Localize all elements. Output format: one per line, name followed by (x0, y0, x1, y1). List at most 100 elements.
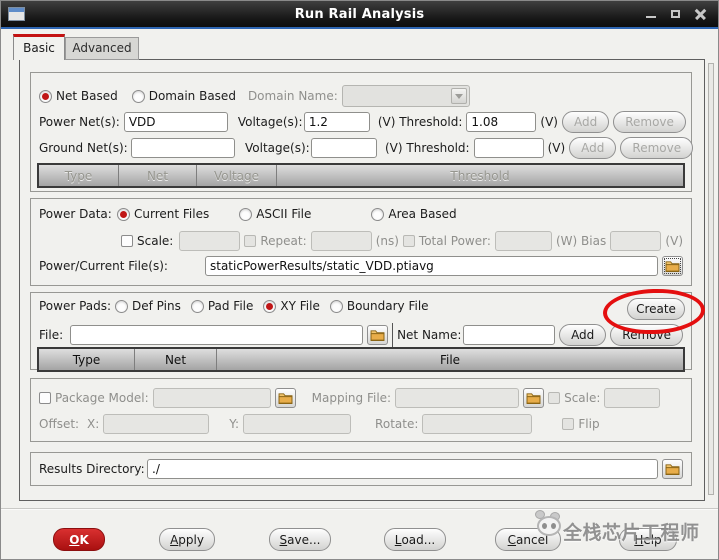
results-directory-input[interactable] (147, 459, 658, 479)
tab-advanced[interactable]: Advanced (65, 37, 139, 60)
y-label: Y: (229, 417, 240, 431)
current-files-radio[interactable] (117, 207, 130, 221)
pads-table-header: Type Net File (37, 347, 685, 372)
def-pins-label: Def Pins (132, 299, 181, 313)
domain-name-label: Domain Name: (247, 89, 338, 103)
col-net: Net (135, 349, 217, 370)
pads-remove-button[interactable]: Remove (610, 324, 683, 346)
domain-based-radio[interactable] (131, 89, 145, 103)
mapping-file-label: Mapping File: (311, 391, 392, 405)
save-button[interactable]: Save... (269, 528, 331, 551)
net-name-input[interactable] (463, 325, 556, 345)
folder-icon (526, 393, 541, 404)
threshold-label: (V) Threshold: (377, 115, 463, 129)
repeat-checkbox (244, 235, 257, 247)
v-unit-label-3: (V) (665, 234, 683, 248)
power-remove-button[interactable]: Remove (613, 111, 686, 133)
power-add-button[interactable]: Add (561, 111, 610, 133)
rotate-label: Rotate: (375, 417, 419, 431)
x-label: X: (87, 417, 100, 431)
scale-checkbox[interactable] (121, 235, 133, 247)
area-based-label: Area Based (388, 207, 457, 221)
ground-nets-input[interactable] (131, 138, 235, 158)
col-voltage: Voltage (197, 165, 277, 186)
power-file-browse-button[interactable] (662, 256, 683, 276)
basic-tab-panel: Net Based Domain Based Domain Name: Powe… (19, 59, 706, 501)
ok-button[interactable]: OK (53, 528, 105, 551)
mapping-file-input (395, 388, 520, 408)
flip-checkbox (562, 418, 575, 430)
ns-unit-label: (ns) (375, 234, 399, 248)
power-nets-input[interactable] (123, 112, 228, 132)
ground-nets-label: Ground Net(s): (39, 141, 128, 155)
cancel-button[interactable]: Cancel (495, 528, 561, 551)
pad-file-radio[interactable] (190, 299, 204, 313)
create-button[interactable]: Create (627, 298, 685, 320)
folder-icon (370, 330, 385, 341)
col-file: File (439, 352, 461, 367)
net-section: Net Based Domain Based Domain Name: Powe… (30, 72, 694, 192)
close-icon[interactable] (695, 9, 706, 20)
net-based-radio[interactable] (39, 89, 52, 103)
package-scale-label: Scale: (564, 391, 601, 405)
xy-file-label: XY File (280, 299, 320, 313)
power-voltage-input[interactable] (303, 112, 370, 132)
area-based-radio[interactable] (371, 207, 385, 221)
window-title: Run Rail Analysis (294, 6, 425, 22)
package-scale-input (604, 388, 661, 408)
power-data-label: Power Data: (39, 207, 112, 221)
divider (392, 323, 394, 347)
package-section: Package Model: Mapping File: Scale: Offs… (30, 378, 692, 442)
def-pins-radio[interactable] (115, 299, 128, 313)
v-unit-label-2: (V) (547, 141, 566, 155)
col-net: Net (119, 165, 197, 186)
offset-y-input (243, 414, 352, 434)
xy-file-radio[interactable] (263, 299, 277, 313)
power-threshold-input[interactable] (466, 112, 537, 132)
ground-threshold-input[interactable] (473, 138, 544, 158)
net-table-header: Type Net Voltage Threshold (37, 163, 685, 188)
repeat-label: Repeat: (260, 234, 307, 248)
vertical-scrollbar[interactable] (708, 63, 714, 495)
ground-voltage-input[interactable] (311, 138, 377, 158)
tab-basic[interactable]: Basic (13, 34, 65, 60)
pads-file-browse-button[interactable] (367, 325, 389, 345)
package-model-checkbox[interactable] (39, 392, 51, 404)
mapping-file-browse-button[interactable] (523, 388, 545, 408)
boundary-file-radio[interactable] (329, 299, 343, 313)
folder-icon (665, 261, 680, 272)
net-based-label: Net Based (56, 89, 118, 103)
power-nets-label: Power Net(s): (39, 115, 120, 129)
total-power-label: Total Power: (418, 234, 491, 248)
help-button[interactable]: Help (619, 528, 677, 551)
maximize-icon[interactable] (671, 10, 680, 18)
minimize-icon[interactable] (646, 16, 656, 18)
ground-add-button[interactable]: Add (569, 137, 617, 159)
pad-file-label: Pad File (207, 299, 254, 313)
col-threshold: Threshold (450, 168, 510, 183)
power-pads-label: Power Pads: (39, 299, 112, 313)
domain-name-select (341, 85, 470, 107)
chevron-down-icon (450, 88, 467, 104)
col-type: Type (39, 349, 135, 370)
ground-remove-button[interactable]: Remove (620, 137, 694, 159)
results-browse-button[interactable] (662, 459, 683, 479)
pads-add-button[interactable]: Add (559, 324, 607, 346)
net-name-label: Net Name: (397, 328, 462, 342)
domain-based-label: Domain Based (148, 89, 236, 103)
voltage-label: Voltage(s): (237, 115, 303, 129)
apply-button[interactable]: Apply (159, 528, 215, 551)
threshold-label-2: (V) Threshold: (385, 141, 470, 155)
power-current-files-input[interactable] (205, 256, 658, 276)
folder-icon (665, 464, 680, 475)
pads-file-label: File: (39, 328, 64, 342)
col-type: Type (39, 165, 119, 186)
scale-label: Scale: (137, 234, 174, 248)
title-bar[interactable]: Run Rail Analysis (1, 1, 718, 29)
package-model-browse-button[interactable] (274, 388, 296, 408)
ascii-file-radio[interactable] (239, 207, 253, 221)
package-scale-checkbox (548, 392, 561, 404)
bias-input (610, 231, 662, 251)
load-button[interactable]: Load... (384, 528, 446, 551)
pads-file-input[interactable] (70, 325, 364, 345)
